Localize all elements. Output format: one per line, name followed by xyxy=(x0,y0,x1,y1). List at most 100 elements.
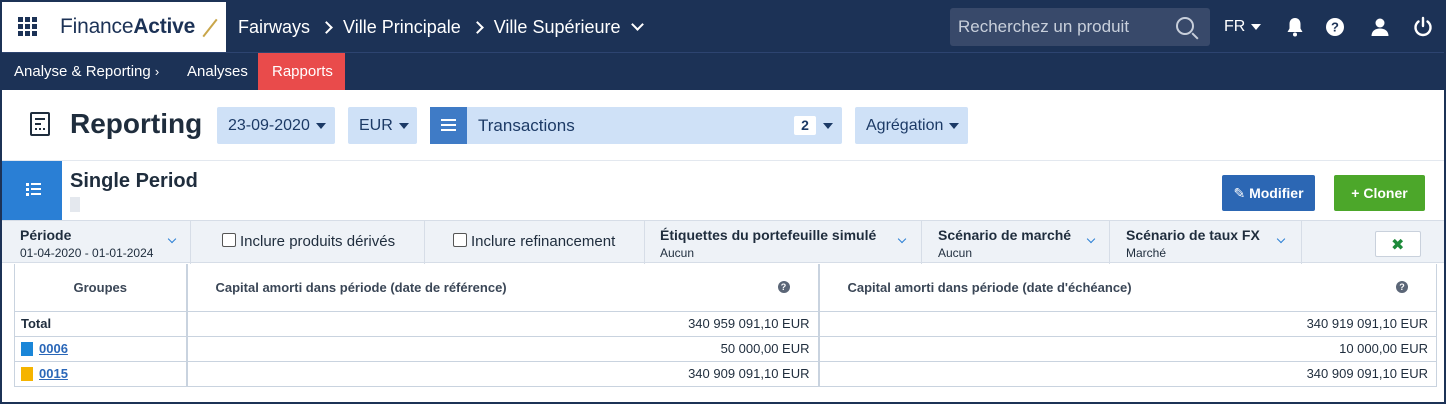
logo-text-2: Active xyxy=(133,15,196,38)
column-header-capital-ech[interactable]: Capital amorti dans période (date d'éché… xyxy=(817,264,1437,312)
search-icon[interactable] xyxy=(1176,17,1194,35)
search-input[interactable] xyxy=(950,8,1175,46)
nav-analyses[interactable]: Analyses xyxy=(187,53,248,90)
chevron-down-icon xyxy=(1086,234,1096,244)
logo[interactable]: FinanceActive xyxy=(60,15,218,39)
aggregation-selector[interactable]: Agrégation xyxy=(855,107,968,144)
date-selector[interactable]: 23-09-2020 xyxy=(217,107,335,144)
chevron-down-icon xyxy=(1276,234,1286,244)
filter-bar: Période 01-04-2020 - 01-01-2024 Inclure … xyxy=(2,220,1444,264)
power-icon[interactable] xyxy=(1412,16,1434,38)
language-label: FR xyxy=(1224,18,1246,35)
filter-fx-value: Marché xyxy=(1126,246,1167,260)
report-header: Single Period ✎ Modifier + Cloner xyxy=(2,160,1444,220)
filter-market-label: Scénario de marché xyxy=(938,227,1072,243)
group-link[interactable]: 0006 xyxy=(39,341,68,356)
report-subtitle-placeholder xyxy=(70,197,80,212)
list-icon[interactable] xyxy=(430,107,467,144)
svg-text:?: ? xyxy=(1331,20,1339,35)
column-header-capital-ref[interactable]: Capital amorti dans période (date de réf… xyxy=(185,264,819,312)
date-value: 23-09-2020 xyxy=(228,117,310,134)
filter-periode-label: Période xyxy=(20,227,72,243)
row-group: Total xyxy=(14,310,187,336)
top-bar: FinanceActive Fairways Ville Principale … xyxy=(2,2,1444,52)
table-row: 0015 340 909 091,10 EUR 340 909 091,10 E… xyxy=(14,360,1437,387)
list-view-icon[interactable] xyxy=(2,161,62,220)
filter-tags-value: Aucun xyxy=(660,246,695,260)
filter-periode-value: 01-04-2020 - 01-01-2024 xyxy=(20,246,154,260)
aggregation-label: Agrégation xyxy=(866,117,944,134)
include-derivatives-label[interactable]: Inclure produits dérivés xyxy=(240,233,395,250)
nav-rapports[interactable]: Rapports xyxy=(258,53,345,90)
excel-icon: ✖ xyxy=(1391,235,1405,254)
chevron-right-icon xyxy=(320,21,333,34)
caret-down-icon xyxy=(1251,24,1262,30)
chevron-down-icon[interactable] xyxy=(630,18,644,31)
modify-label: Modifier xyxy=(1249,185,1304,201)
grid-icon[interactable] xyxy=(18,17,38,37)
chevron-right-icon xyxy=(470,21,484,34)
group-color-swatch xyxy=(21,367,33,382)
user-icon[interactable] xyxy=(1369,16,1391,38)
brand-area: FinanceActive xyxy=(2,2,226,52)
language-selector[interactable]: FR xyxy=(1224,18,1262,36)
row-capital-ref: 340 959 091,10 EUR xyxy=(185,310,819,336)
caret-down-icon xyxy=(398,122,409,129)
column-header-groupes[interactable]: Groupes xyxy=(14,264,187,312)
plus-icon: + xyxy=(1351,185,1360,201)
include-refinancing-label[interactable]: Inclure refinancement xyxy=(471,233,615,250)
help-icon[interactable]: ? xyxy=(1396,281,1408,293)
modify-button[interactable]: ✎ Modifier xyxy=(1222,175,1315,211)
breadcrumb: Fairways Ville Principale Ville Supérieu… xyxy=(238,17,644,38)
filter-tags-label: Étiquettes du portefeuille simulé xyxy=(660,227,877,243)
breadcrumb-item-ville-principale[interactable]: Ville Principale xyxy=(343,17,461,38)
currency-selector[interactable]: EUR xyxy=(348,107,417,144)
row-group-cell: 0015 xyxy=(14,360,187,387)
row-capital-ech: 340 909 091,10 EUR xyxy=(817,360,1437,387)
include-derivatives-checkbox[interactable] xyxy=(222,233,236,247)
filter-fx-scenario[interactable]: Scénario de taux FX Marché xyxy=(1110,221,1302,264)
table-row-total: Total 340 959 091,10 EUR 340 919 091,10 … xyxy=(14,310,1437,336)
row-capital-ref: 50 000,00 EUR xyxy=(185,335,819,361)
chevron-down-icon xyxy=(897,234,907,244)
pencil-icon: ✎ xyxy=(1233,185,1246,201)
filter-market-scenario[interactable]: Scénario de marché Aucun xyxy=(922,221,1110,264)
transactions-selector[interactable]: Transactions 2 xyxy=(430,107,842,144)
filter-periode[interactable]: Période 01-04-2020 - 01-01-2024 xyxy=(2,221,191,264)
currency-value: EUR xyxy=(359,117,393,134)
transactions-label: Transactions xyxy=(478,116,575,135)
breadcrumb-item-fairways[interactable]: Fairways xyxy=(238,17,310,38)
filter-portfolio-tags[interactable]: Étiquettes du portefeuille simulé Aucun xyxy=(645,221,922,264)
page-title: Reporting xyxy=(70,108,203,139)
report-document-icon xyxy=(30,112,50,136)
column-header-capital-ref-label: Capital amorti dans période (date de réf… xyxy=(215,279,507,295)
filter-include-refinancing: Inclure refinancement xyxy=(425,221,645,264)
bell-icon[interactable] xyxy=(1284,16,1306,38)
table-row: 0006 50 000,00 EUR 10 000,00 EUR xyxy=(14,335,1437,361)
filter-fx-label: Scénario de taux FX xyxy=(1126,227,1260,243)
caret-down-icon xyxy=(949,122,960,129)
help-icon[interactable]: ? xyxy=(777,281,790,293)
chevron-down-icon xyxy=(167,234,177,244)
search-box xyxy=(950,8,1210,46)
nav-analyse-reporting[interactable]: Analyse & Reporting › xyxy=(14,53,159,90)
question-icon[interactable]: ? xyxy=(1324,16,1346,38)
clone-label: Cloner xyxy=(1363,185,1408,201)
reporting-header: Reporting 23-09-2020 EUR Transactions 2 … xyxy=(2,90,1444,160)
clone-button[interactable]: + Cloner xyxy=(1334,175,1425,211)
row-capital-ref: 340 909 091,10 EUR xyxy=(185,360,819,387)
row-group-cell: 0006 xyxy=(14,335,187,361)
include-refinancing-checkbox[interactable] xyxy=(453,233,467,247)
group-color-swatch xyxy=(21,342,33,357)
column-header-capital-ech-label: Capital amorti dans période (date d'éché… xyxy=(847,279,1132,295)
excel-export-button[interactable]: ✖ xyxy=(1375,231,1421,257)
group-link[interactable]: 0015 xyxy=(39,366,68,381)
caret-down-icon xyxy=(315,122,326,129)
row-capital-ech: 10 000,00 EUR xyxy=(817,335,1437,361)
report-title: Single Period xyxy=(70,170,198,192)
logo-text-1: Finance xyxy=(60,15,134,38)
breadcrumb-item-ville-superieure[interactable]: Ville Supérieure xyxy=(494,17,621,38)
chevron-right-icon: › xyxy=(154,64,160,79)
results-table: Groupes Capital amorti dans période (dat… xyxy=(14,264,1437,387)
filter-include-derivatives: Inclure produits dérivés xyxy=(191,221,425,264)
